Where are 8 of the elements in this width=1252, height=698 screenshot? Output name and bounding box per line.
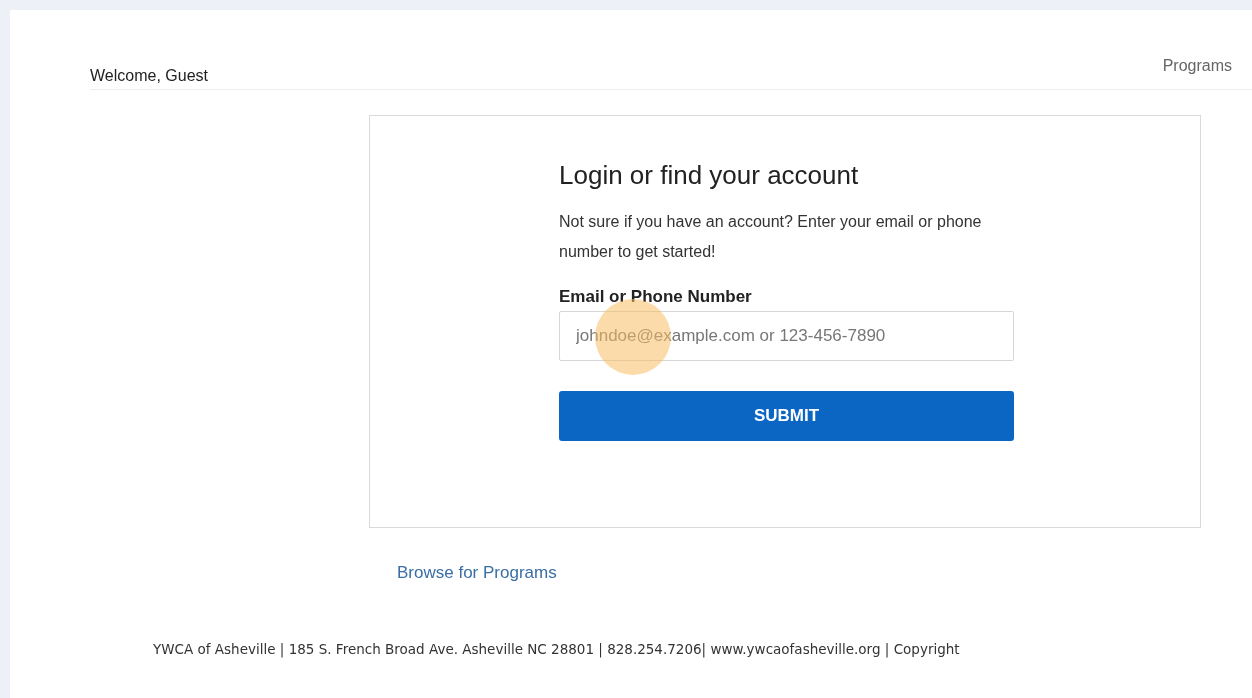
submit-button[interactable]: SUBMIT xyxy=(559,391,1014,441)
programs-link[interactable]: Programs xyxy=(1162,57,1232,89)
login-description: Not sure if you have an account? Enter your email or phone number to get started! xyxy=(559,212,983,262)
welcome-text: Welcome, Guest xyxy=(90,67,208,86)
login-title: Login or find your account xyxy=(559,160,860,191)
footer-text: YWCA of Asheville | 185 S. French Broad Ave. Asheville NC 28801 | 828.254.7206| www.ywcaofasheville.org | Copyright xyxy=(153,641,961,657)
browse-programs-link[interactable]: Browse for Programs xyxy=(397,563,557,583)
field-label: Email or Phone Number xyxy=(559,287,753,307)
